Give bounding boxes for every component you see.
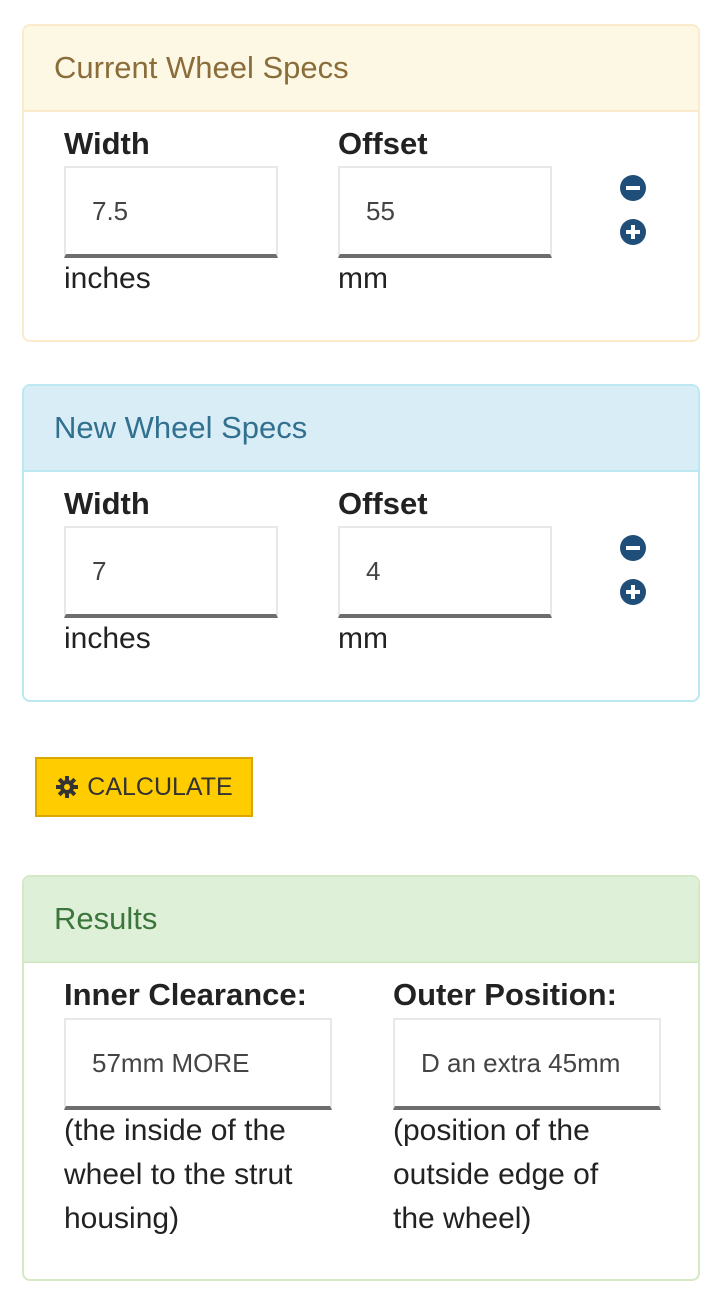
results-heading: Results (24, 877, 698, 963)
outer-position-output: D an extra 45mm (393, 1018, 661, 1110)
new-offset-label: Offset (338, 486, 428, 521)
outer-note-line-2: outside edge of (393, 1158, 599, 1191)
outer-position-label: Outer Position: (393, 977, 617, 1012)
current-offset-unit: mm (338, 262, 388, 295)
new-width-label: Width (64, 486, 150, 521)
new-offset-increase-icon[interactable] (620, 579, 646, 605)
current-width-label: Width (64, 126, 150, 161)
inner-note-line-3: housing) (64, 1202, 180, 1235)
current-offset-input[interactable]: 55 (338, 166, 552, 258)
inner-clearance-note: (the inside of the wheel to the strut ho… (64, 1109, 292, 1241)
outer-note-line-3: the wheel) (393, 1202, 532, 1235)
new-width-input[interactable]: 7 (64, 526, 278, 618)
current-offset-label: Offset (338, 126, 428, 161)
calculate-button-label: CALCULATE (87, 772, 233, 801)
current-wheel-specs-heading: Current Wheel Specs (24, 26, 698, 112)
current-offset-increase-icon[interactable] (620, 219, 646, 245)
outer-position-note: (position of the outside edge of the whe… (393, 1109, 598, 1241)
results-panel: Results Inner Clearance: 57mm MORE (the … (22, 875, 700, 1281)
new-width-unit: inches (64, 622, 151, 655)
inner-note-line-2: wheel to the strut (64, 1158, 293, 1191)
inner-clearance-output: 57mm MORE (64, 1018, 332, 1110)
calculate-button[interactable]: CALCULATE (35, 757, 253, 817)
new-offset-decrease-icon[interactable] (620, 535, 646, 561)
inner-note-line-1: (the inside of the (64, 1114, 286, 1147)
current-wheel-specs-panel: Current Wheel Specs Width 7.5 inches Off… (22, 24, 700, 342)
gear-icon (56, 776, 79, 798)
current-width-unit: inches (64, 262, 151, 295)
new-offset-unit: mm (338, 622, 388, 655)
inner-clearance-label: Inner Clearance: (64, 977, 307, 1012)
new-wheel-specs-panel: New Wheel Specs Width 7 inches Offset 4 … (22, 384, 700, 702)
new-wheel-specs-heading: New Wheel Specs (24, 386, 698, 472)
new-offset-input[interactable]: 4 (338, 526, 552, 618)
current-offset-decrease-icon[interactable] (620, 175, 646, 201)
outer-note-line-1: (position of the (393, 1114, 590, 1147)
current-width-input[interactable]: 7.5 (64, 166, 278, 258)
